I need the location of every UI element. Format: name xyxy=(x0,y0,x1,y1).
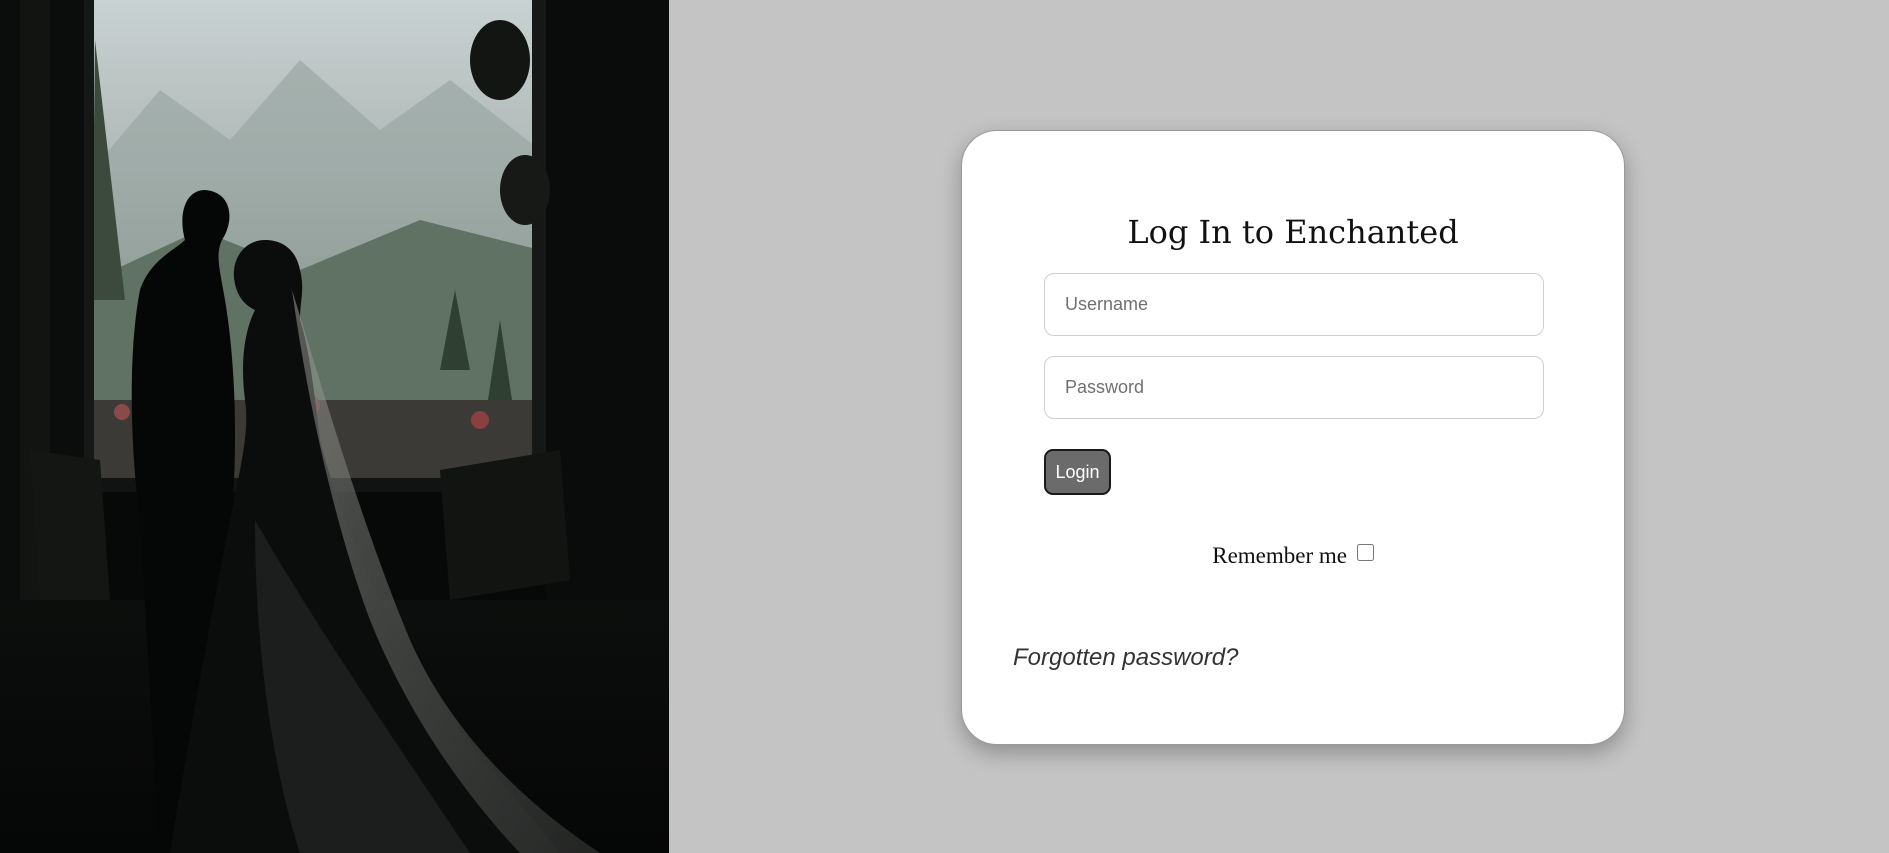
forgotten-password-link[interactable]: Forgotten password? xyxy=(1013,644,1238,672)
remember-me-label: Remember me xyxy=(1212,543,1347,568)
login-button[interactable]: Login xyxy=(1044,449,1111,495)
remember-me-checkbox[interactable] xyxy=(1356,544,1374,561)
username-input[interactable] xyxy=(1044,273,1544,336)
login-title: Log In to Enchanted xyxy=(1127,213,1459,251)
wedding-photo-illustration xyxy=(0,0,669,853)
password-input[interactable] xyxy=(1044,356,1544,419)
login-card: Log In to Enchanted Login Remember me Fo… xyxy=(961,130,1625,745)
remember-me-row: Remember me xyxy=(962,543,1624,569)
wedding-couple-image xyxy=(0,0,669,853)
